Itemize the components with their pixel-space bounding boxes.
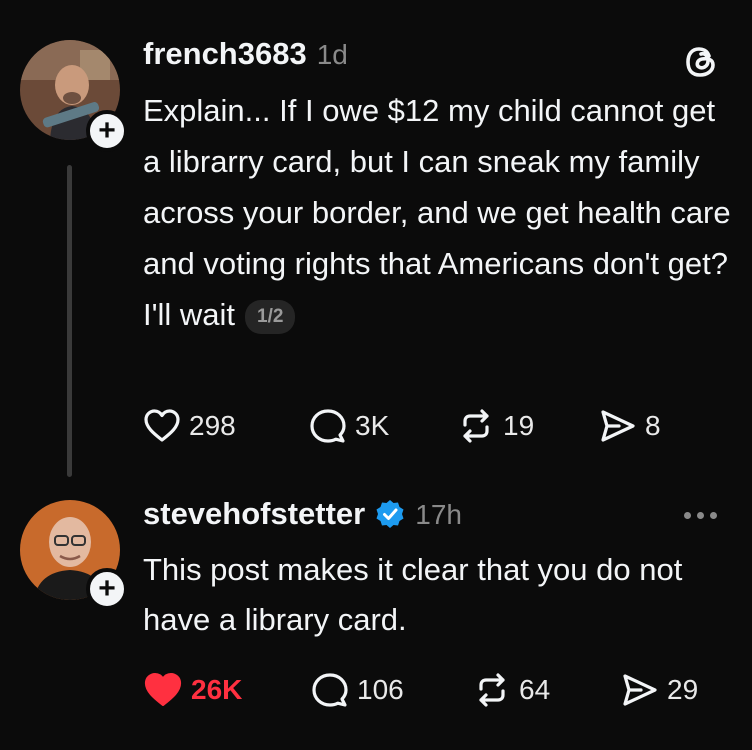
heart-filled-icon xyxy=(144,672,182,707)
dot xyxy=(710,512,717,519)
post-actions: 298 3K 19 8 xyxy=(143,406,703,446)
dot xyxy=(684,512,691,519)
timestamp: 1d xyxy=(316,39,348,70)
dot xyxy=(697,512,704,519)
like-count: 26K xyxy=(191,674,243,705)
post-stevehofstetter: + stevehofstetter 17h This post makes it… xyxy=(0,480,752,750)
post-text-container: Explain... If I owe $12 my child cannot … xyxy=(143,85,733,340)
repost-icon xyxy=(479,673,505,707)
reply-button[interactable]: 106 xyxy=(311,670,404,710)
timestamp: 17h xyxy=(415,499,462,530)
threads-logo-icon[interactable] xyxy=(682,42,722,82)
repost-button[interactable]: 64 xyxy=(473,670,550,710)
comment-bubble-icon xyxy=(310,409,346,443)
share-button[interactable]: 29 xyxy=(621,670,698,710)
reply-button[interactable]: 3K xyxy=(309,406,389,446)
like-button[interactable]: 26K xyxy=(143,670,242,710)
send-icon xyxy=(601,410,635,442)
repost-icon xyxy=(463,409,489,443)
comment-bubble-icon xyxy=(312,673,348,707)
post-french3683: + french3683 1d Explain... If I owe $12 … xyxy=(0,0,752,480)
repost-count: 64 xyxy=(519,674,551,705)
like-button[interactable]: 298 xyxy=(143,406,236,446)
share-count: 8 xyxy=(645,410,661,441)
post-text: This post makes it clear that you do not… xyxy=(143,552,683,637)
reply-count: 106 xyxy=(357,674,404,705)
more-options-icon[interactable] xyxy=(684,512,717,519)
share-button[interactable]: 8 xyxy=(599,406,661,446)
thread-connector-line xyxy=(67,165,72,477)
send-icon xyxy=(623,674,657,706)
follow-plus-button[interactable]: + xyxy=(86,110,128,152)
repost-button[interactable]: 19 xyxy=(457,406,534,446)
verified-badge-icon xyxy=(376,500,404,528)
post-header: stevehofstetter 17h xyxy=(143,496,462,532)
page-indicator-badge[interactable]: 1/2 xyxy=(245,299,296,334)
post-text: Explain... If I owe $12 my child cannot … xyxy=(143,93,731,332)
reply-count: 3K xyxy=(355,410,390,441)
post-actions: 26K 106 64 29 xyxy=(143,670,723,710)
post-text-container: This post makes it clear that you do not… xyxy=(143,545,733,645)
username[interactable]: french3683 xyxy=(143,36,307,72)
like-count: 298 xyxy=(189,410,236,441)
username[interactable]: stevehofstetter xyxy=(143,496,365,532)
share-count: 29 xyxy=(667,674,699,705)
repost-count: 19 xyxy=(503,410,535,441)
post-header: french3683 1d xyxy=(143,36,348,72)
follow-plus-button[interactable]: + xyxy=(86,568,128,610)
heart-icon xyxy=(144,409,180,442)
